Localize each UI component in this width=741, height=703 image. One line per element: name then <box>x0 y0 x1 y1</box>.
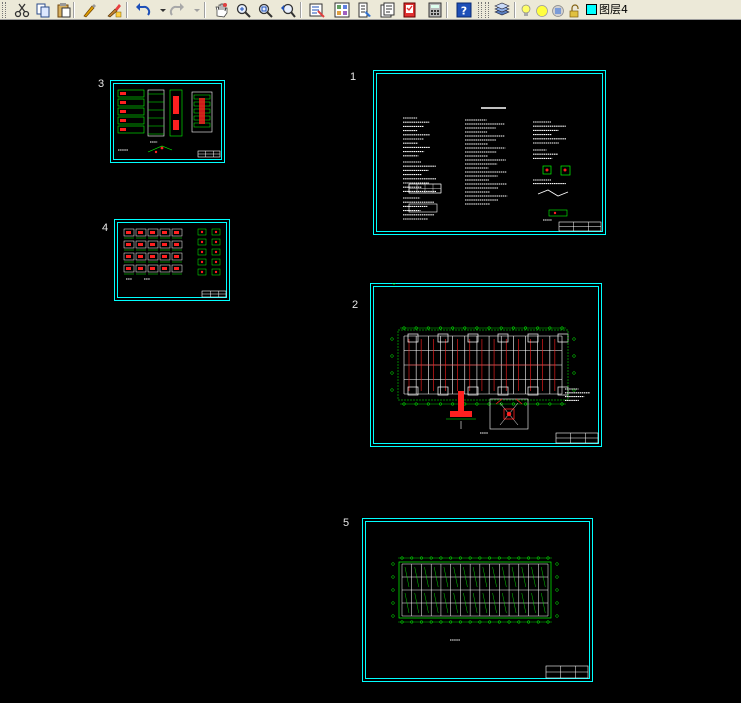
standard-toolbar: ? 图层4 <box>0 0 741 20</box>
undo-icon[interactable] <box>133 1 152 19</box>
pan-icon[interactable] <box>211 1 230 19</box>
drawing-sheet-4[interactable] <box>114 219 230 301</box>
design-center-icon[interactable] <box>332 1 351 19</box>
drawing-sheet-5[interactable] <box>362 518 593 682</box>
toolbar-separator <box>204 2 206 18</box>
toolbar-separator <box>514 2 516 18</box>
zoom-previous-icon[interactable] <box>278 1 297 19</box>
column-elevations <box>117 89 213 154</box>
sheet-set-icon[interactable] <box>378 1 397 19</box>
sheet-label-5: 5 <box>343 517 350 529</box>
toolbar-grip[interactable] <box>478 2 482 18</box>
title-block <box>545 665 589 679</box>
match-properties-icon[interactable] <box>79 1 98 19</box>
sheet-label-2: 2 <box>352 299 359 311</box>
footing-section-detail <box>446 391 476 429</box>
footing-plan-detail <box>489 398 529 430</box>
rebar-detail <box>537 165 571 217</box>
sheet-label-3: 3 <box>98 78 105 90</box>
current-layer-name: 图层4 <box>599 3 628 16</box>
properties-icon[interactable] <box>307 1 326 19</box>
sheet-border <box>362 518 593 682</box>
sheet-label-4: 4 <box>102 222 109 234</box>
svg-text:?: ? <box>460 5 466 18</box>
copy-icon[interactable] <box>33 1 52 19</box>
layer-lock-icon[interactable] <box>568 3 582 18</box>
toolbar-separator <box>300 2 302 18</box>
toolbar-grip[interactable] <box>485 2 489 18</box>
layer-freeze-icon[interactable] <box>535 3 549 17</box>
beam-details <box>123 228 221 280</box>
tool-palettes-icon[interactable] <box>355 1 374 19</box>
sheet-label-1: 1 <box>350 71 357 83</box>
zoom-window-icon[interactable] <box>255 1 274 19</box>
calculator-icon[interactable] <box>425 1 444 19</box>
toolbar-separator <box>73 2 75 18</box>
brush-icon[interactable] <box>104 1 123 19</box>
layer-viewport-freeze-icon[interactable] <box>551 3 565 17</box>
layer-on-icon[interactable] <box>520 3 532 17</box>
toolbar-grip[interactable] <box>2 2 6 18</box>
title-block <box>197 150 221 158</box>
drawing-sheet-3[interactable] <box>110 80 225 163</box>
help-icon[interactable]: ? <box>454 1 473 19</box>
layer-color-swatch <box>586 4 597 15</box>
title-block <box>558 221 602 232</box>
foundation-plan <box>390 283 576 406</box>
paste-icon[interactable] <box>54 1 73 19</box>
toolbar-separator <box>126 2 128 18</box>
redo-icon[interactable] <box>167 1 186 19</box>
general-notes <box>403 107 567 221</box>
layer-control-dropdown[interactable] <box>518 1 741 19</box>
floor-framing-plan <box>391 556 559 624</box>
title-block <box>555 432 599 444</box>
title-block <box>201 290 227 298</box>
toolbar-separator <box>446 2 448 18</box>
markup-icon[interactable] <box>400 1 419 19</box>
layer-manager-icon[interactable] <box>492 1 511 19</box>
zoom-realtime-icon[interactable] <box>233 1 252 19</box>
drawing-canvas[interactable]: 1 2 3 4 5 <box>0 20 741 703</box>
drawing-sheet-2[interactable] <box>370 283 602 447</box>
cut-icon[interactable] <box>12 1 31 19</box>
drawing-sheet-1[interactable] <box>373 70 606 235</box>
